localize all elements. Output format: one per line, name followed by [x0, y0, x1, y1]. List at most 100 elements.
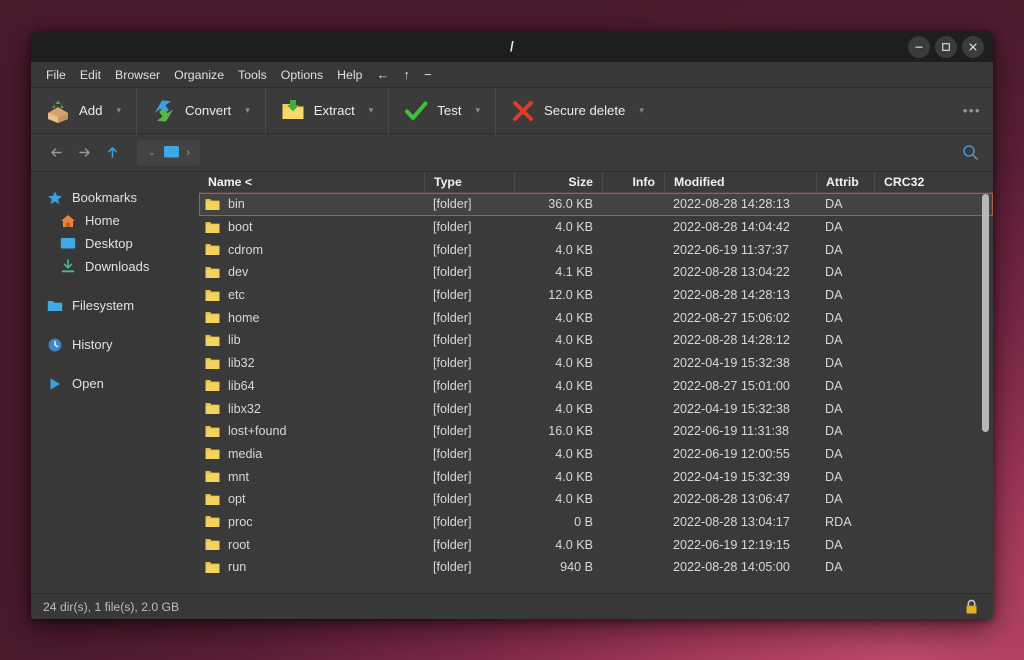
column-header-attrib[interactable]: Attrib	[816, 171, 874, 193]
table-row[interactable]: proc [folder] 0 B 2022-08-28 13:04:17 RDA	[199, 511, 993, 534]
cell-crc32	[874, 420, 993, 443]
breadcrumb-computer-icon[interactable]	[163, 145, 180, 160]
file-name-label: media	[228, 446, 263, 461]
encryption-padlock-button[interactable]	[964, 599, 979, 615]
cell-attrib: RDA	[825, 514, 852, 529]
cell-crc32	[874, 443, 993, 466]
cell-attrib: DA	[825, 197, 843, 212]
menu-help[interactable]: Help	[330, 65, 369, 85]
cell-type: [folder]	[433, 469, 472, 484]
menu-browser[interactable]: Browser	[108, 65, 167, 85]
cell-type: [folder]	[433, 378, 472, 393]
minimize-button[interactable]	[908, 35, 930, 58]
search-button[interactable]	[957, 140, 983, 166]
sidebar-item-history[interactable]: History	[31, 333, 199, 356]
cell-size: 36.0 KB	[548, 197, 593, 212]
breadcrumb[interactable]: ⌄ ›	[137, 139, 201, 166]
cell-type: [folder]	[433, 265, 472, 280]
convert-button[interactable]: Convert	[147, 94, 235, 128]
file-list-rows[interactable]: bin [folder] 36.0 KB 2022-08-28 14:28:13 DA b…	[199, 193, 993, 593]
column-header-info[interactable]: Info	[602, 171, 664, 193]
menu-bar: File Edit Browser Organize Tools Options…	[31, 62, 993, 88]
maximize-icon	[942, 42, 950, 51]
folder-icon	[205, 403, 220, 415]
cell-modified: 2022-08-27 15:06:02	[673, 310, 790, 325]
cell-attrib: DA	[825, 446, 843, 461]
toolbar-overflow-button[interactable]: •••	[963, 103, 981, 118]
table-row[interactable]: bin [folder] 36.0 KB 2022-08-28 14:28:13 DA	[199, 193, 993, 216]
table-row[interactable]: mnt [folder] 4.0 KB 2022-04-19 15:32:39 DA	[199, 465, 993, 488]
sidebar-item-downloads[interactable]: Downloads	[31, 255, 199, 278]
cell-size: 4.0 KB	[555, 537, 593, 552]
column-header-modified[interactable]: Modified	[664, 171, 816, 193]
menu-tools[interactable]: Tools	[231, 65, 274, 85]
secure-delete-button[interactable]: Secure delete	[506, 94, 629, 128]
menu-edit[interactable]: Edit	[73, 65, 108, 85]
title-bar[interactable]: /	[31, 31, 993, 62]
column-header-name[interactable]: Name <	[199, 172, 424, 193]
cell-modified: 2022-06-19 12:00:55	[673, 446, 790, 461]
menu-file[interactable]: File	[39, 65, 73, 85]
table-row[interactable]: root [folder] 4.0 KB 2022-06-19 12:19:15 DA	[199, 533, 993, 556]
file-name-label: dev	[228, 265, 249, 280]
toolbar-group-convert: Convert ▾	[137, 87, 266, 134]
table-row[interactable]: cdrom [folder] 4.0 KB 2022-06-19 11:37:37 DA	[199, 238, 993, 261]
sidebar-gap-2	[31, 317, 199, 333]
sidebar-item-open[interactable]: Open	[31, 372, 199, 395]
folder-icon	[205, 539, 220, 551]
cell-crc32	[874, 488, 993, 511]
column-header-type[interactable]: Type	[424, 171, 514, 193]
sidebar-label-desktop: Desktop	[85, 236, 133, 251]
menu-minus-icon[interactable]: −	[417, 65, 439, 84]
sidebar-label-filesystem: Filesystem	[72, 298, 135, 313]
folder-icon	[205, 289, 220, 301]
extract-button[interactable]: Extract	[276, 94, 359, 128]
table-row[interactable]: etc [folder] 12.0 KB 2022-08-28 14:28:13 DA	[199, 284, 993, 307]
cell-type: [folder]	[433, 197, 472, 212]
scrollbar-thumb[interactable]	[982, 194, 989, 432]
cell-info	[602, 420, 664, 443]
cell-size: 4.0 KB	[555, 469, 593, 484]
column-header-crc32[interactable]: CRC32	[874, 171, 993, 193]
table-row[interactable]: media [folder] 4.0 KB 2022-06-19 12:00:55 DA	[199, 443, 993, 466]
convert-dropdown-chevron-down-icon[interactable]: ▾	[235, 105, 259, 116]
column-header-size[interactable]: Size	[514, 171, 602, 193]
cell-modified: 2022-08-28 13:04:17	[673, 514, 790, 529]
extract-dropdown-chevron-down-icon[interactable]: ▾	[359, 105, 383, 116]
test-dropdown-chevron-down-icon[interactable]: ▾	[465, 105, 489, 116]
menu-options[interactable]: Options	[274, 65, 330, 85]
table-row[interactable]: boot [folder] 4.0 KB 2022-08-28 14:04:42 DA	[199, 216, 993, 239]
table-row[interactable]: opt [folder] 4.0 KB 2022-08-28 13:06:47 DA	[199, 488, 993, 511]
desktop-icon	[60, 237, 76, 248]
close-button[interactable]	[962, 35, 984, 58]
table-row[interactable]: dev [folder] 4.1 KB 2022-08-28 13:04:22 DA	[199, 261, 993, 284]
cell-attrib: DA	[825, 310, 843, 325]
menu-organize[interactable]: Organize	[167, 65, 231, 85]
nav-forward-button[interactable]	[71, 140, 97, 166]
sidebar-item-bookmarks[interactable]: Bookmarks	[31, 186, 199, 209]
table-row[interactable]: libx32 [folder] 4.0 KB 2022-04-19 15:32:38 D…	[199, 397, 993, 420]
sidebar-item-filesystem[interactable]: Filesystem	[31, 294, 199, 317]
nav-up-button[interactable]	[99, 140, 125, 166]
secure-delete-dropdown-chevron-down-icon[interactable]: ▾	[629, 105, 653, 116]
cell-size: 4.0 KB	[555, 401, 593, 416]
table-row[interactable]: home [folder] 4.0 KB 2022-08-27 15:06:02 DA	[199, 306, 993, 329]
table-row[interactable]: lib64 [folder] 4.0 KB 2022-08-27 15:01:00 DA	[199, 375, 993, 398]
add-button[interactable]: Add	[41, 94, 106, 128]
sidebar-item-desktop[interactable]: Desktop	[31, 232, 199, 255]
cell-type: [folder]	[433, 356, 472, 371]
menu-back-icon[interactable]: ←	[369, 65, 396, 84]
status-summary: 24 dir(s), 1 file(s), 2.0 GB	[43, 599, 180, 614]
menu-up-icon[interactable]: ↑	[396, 65, 417, 84]
add-dropdown-chevron-down-icon[interactable]: ▾	[106, 105, 130, 116]
sidebar-item-home[interactable]: Home	[31, 209, 199, 232]
table-row[interactable]: lib [folder] 4.0 KB 2022-08-28 14:28:12 DA	[199, 329, 993, 352]
nav-back-button[interactable]	[43, 140, 69, 166]
table-row[interactable]: lib32 [folder] 4.0 KB 2022-04-19 15:32:38 DA	[199, 352, 993, 375]
table-row[interactable]: run [folder] 940 B 2022-08-28 14:05:00 DA	[199, 556, 993, 579]
test-button[interactable]: Test	[399, 94, 465, 128]
maximize-button[interactable]	[935, 35, 957, 58]
breadcrumb-chevron-down-icon[interactable]: ⌄	[141, 147, 163, 158]
vertical-scrollbar[interactable]	[981, 194, 989, 593]
table-row[interactable]: lost+found [folder] 16.0 KB 2022-06-19 11:3…	[199, 420, 993, 443]
